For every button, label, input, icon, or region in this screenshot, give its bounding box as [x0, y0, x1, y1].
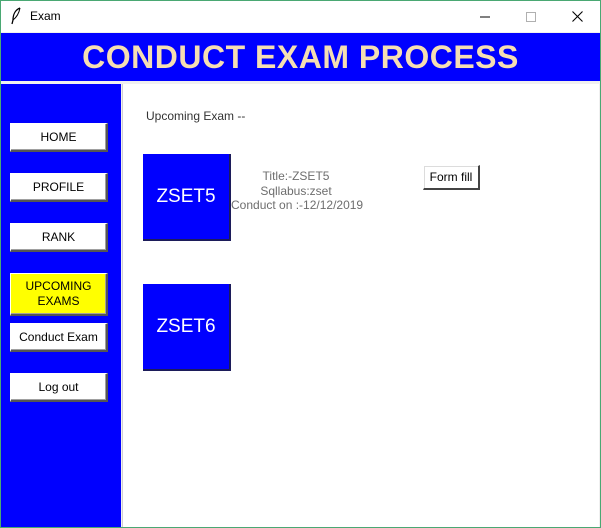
app-window: Exam CONDUCT EXAM PROCESS HOME PROFILE R… [0, 0, 601, 528]
exam-tile-zset6[interactable]: ZSET6 [143, 284, 231, 371]
maximize-button[interactable] [508, 1, 554, 32]
form-fill-button[interactable]: Form fill [423, 165, 480, 190]
home-button[interactable]: HOME [10, 123, 108, 152]
exam-syllabus: Sqllabus:zset [260, 183, 332, 198]
rank-button[interactable]: RANK [10, 223, 108, 252]
close-icon [571, 11, 583, 22]
section-label: Upcoming Exam -- [146, 109, 246, 123]
main-content: Upcoming Exam -- ZSET5 Title:-ZSET5 Sqll… [122, 84, 599, 527]
close-button[interactable] [554, 1, 600, 32]
feather-icon [10, 7, 22, 25]
exam-conduct-date: Conduct on :-12/12/2019 [231, 198, 364, 212]
page-title: CONDUCT EXAM PROCESS [82, 38, 519, 75]
exam-title: Title:-ZSET5 [262, 169, 330, 183]
maximize-icon [526, 11, 536, 22]
minimize-icon [480, 12, 490, 22]
conduct-exam-button[interactable]: Conduct Exam [10, 323, 108, 352]
upcoming-exams-button[interactable]: UPCOMING EXAMS [10, 273, 108, 316]
exam-details: Title:-ZSET5 Sqllabus:zset Conduct on :-… [231, 169, 364, 213]
logout-button[interactable]: Log out [10, 373, 108, 402]
sidebar: HOME PROFILE RANK UPCOMING EXAMS Conduct… [1, 84, 121, 527]
window-title: Exam [30, 9, 61, 23]
header-banner: CONDUCT EXAM PROCESS [1, 33, 600, 81]
title-bar[interactable]: Exam [1, 1, 600, 32]
exam-tile-zset5[interactable]: ZSET5 [143, 154, 231, 241]
minimize-button[interactable] [462, 1, 508, 32]
profile-button[interactable]: PROFILE [10, 173, 108, 202]
